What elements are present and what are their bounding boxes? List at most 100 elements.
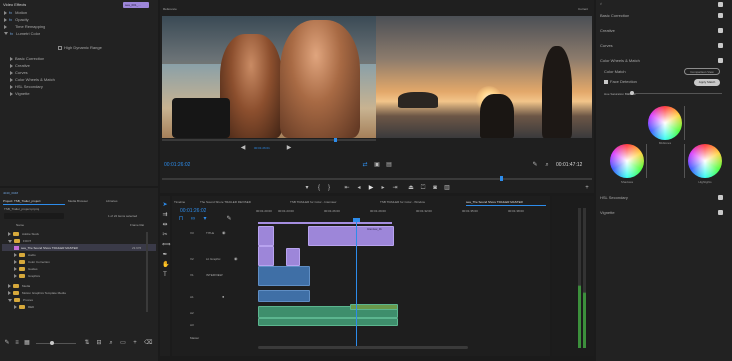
effect-time-remapping[interactable]: Time Remapping <box>4 24 45 30</box>
hue-slider-knob[interactable] <box>630 91 634 95</box>
compare-icon[interactable]: ▤ <box>386 162 392 168</box>
col-frame-rate[interactable]: Frame Rat <box>130 222 144 228</box>
program-timecode[interactable]: 00:01:47:12 <box>556 162 582 168</box>
lift-icon[interactable]: ⏏ <box>408 185 414 191</box>
selection-tool-icon[interactable]: ➤ <box>162 202 168 208</box>
track-header-a3[interactable]: A3 <box>184 320 254 330</box>
expand-arrow-icon[interactable] <box>4 24 7 29</box>
lumetri-color-wheels-right[interactable]: Color Wheels & Match <box>600 58 640 64</box>
eye-icon[interactable]: ◉ <box>222 230 226 235</box>
project-search[interactable] <box>4 213 64 219</box>
step-back-frame-icon[interactable]: ◂ <box>356 185 362 191</box>
new-item-icon[interactable]: + <box>132 340 138 346</box>
hdr-checkbox[interactable] <box>58 46 62 50</box>
collapse-arrow-icon[interactable] <box>4 32 8 36</box>
icon-view-icon[interactable]: ▦ <box>24 340 30 346</box>
timeline-timecode[interactable]: 00:01:26:02 <box>180 208 206 214</box>
project-item-red[interactable]: RED <box>14 304 34 310</box>
clip-v2-b[interactable] <box>286 248 300 266</box>
project-item-adobe-stock[interactable]: Adobe Stock <box>8 231 39 237</box>
lumetri-color-wheels[interactable]: Color Wheels & Match <box>10 77 55 83</box>
clip-a3-fx[interactable] <box>258 318 398 326</box>
clip-tab[interactable]: sea_001_... <box>123 2 149 8</box>
hsl-checkbox[interactable] <box>718 195 723 200</box>
project-item-guides[interactable]: Guides <box>14 266 38 272</box>
razor-tool-icon[interactable]: ✂ <box>162 232 168 238</box>
comparison-icon[interactable]: ▥ <box>444 185 450 191</box>
timeline-playhead[interactable] <box>356 218 357 348</box>
find-icon[interactable]: ⌕ <box>108 340 114 346</box>
project-item-media[interactable]: Media <box>8 283 30 289</box>
automate-icon[interactable]: ⊟ <box>96 340 102 346</box>
playhead-handle[interactable] <box>353 218 360 222</box>
lumetri-hsl[interactable]: HSL Secondary <box>10 84 43 90</box>
reference-frame[interactable] <box>162 16 376 138</box>
reference-scrub-bar[interactable] <box>162 139 376 141</box>
expand-arrow-icon[interactable] <box>4 10 7 15</box>
camera-icon[interactable]: ◙ <box>432 185 438 191</box>
tab-sequence-interview[interactable]: TSB TRAILER for Color - Interview <box>290 200 336 204</box>
project-scrollbar[interactable] <box>146 232 148 312</box>
program-frame[interactable] <box>376 16 592 138</box>
play-icon[interactable]: ▶ <box>368 185 374 191</box>
project-item-audio[interactable]: Audio <box>14 252 36 258</box>
slip-tool-icon[interactable]: ⟺ <box>162 242 171 248</box>
step-forward-icon[interactable]: ▶ <box>286 145 292 151</box>
tab-project[interactable]: Project: TSB_Trailer_project <box>3 199 41 203</box>
zoom-slider-knob[interactable] <box>50 341 54 345</box>
lumetri-top-checkbox[interactable] <box>718 2 723 7</box>
list-view-icon[interactable]: ≡ <box>14 340 20 346</box>
in-point-icon[interactable]: { <box>316 185 322 191</box>
apply-match-button[interactable]: Apply Match <box>694 79 720 86</box>
track-header-a1[interactable]: A1 ● <box>184 292 254 302</box>
lumetri-basic-correction-right[interactable]: Basic Correction <box>600 13 629 19</box>
lumetri-creative[interactable]: Creative <box>10 63 30 69</box>
track-header-v2[interactable]: V2 Lit Graphic ◉ <box>184 254 254 264</box>
project-item-graphics[interactable]: Graphics <box>14 273 40 279</box>
extract-icon[interactable]: ⏍ <box>420 185 426 191</box>
tab-sequence-window[interactable]: TSB TRAILER for Color - Window <box>380 200 425 204</box>
tab-sequence-revised[interactable]: The Sound Shore TRAILER REVISED <box>200 200 251 204</box>
lumetri-creative-right[interactable]: Creative <box>600 28 615 34</box>
clear-icon[interactable]: ⌫ <box>144 340 152 346</box>
hand-tool-icon[interactable]: ✋ <box>162 262 169 268</box>
effect-motion[interactable]: fx Motion <box>4 10 27 16</box>
lumetri-basic-correction[interactable]: Basic Correction <box>10 56 44 62</box>
lumetri-hsl-right[interactable]: HSL Secondary <box>600 195 628 201</box>
clip-v2-a[interactable] <box>258 246 274 266</box>
write-lock-icon[interactable]: ✎ <box>4 340 10 346</box>
lumetri-curves[interactable]: Curves <box>10 70 28 76</box>
pen-tool-icon[interactable]: ✒ <box>162 252 168 258</box>
export-frame-icon[interactable]: ▣ <box>374 162 380 168</box>
linked-selection-icon[interactable]: ∞ <box>190 216 196 222</box>
go-to-out-icon[interactable]: ⇥ <box>392 185 398 191</box>
track-header-master[interactable]: Master <box>184 334 254 342</box>
basic-correction-checkbox[interactable] <box>718 13 723 18</box>
project-item-master-sequence[interactable]: sea_The Sound Shore TRAILER MASTER <box>14 245 78 251</box>
lumetri-vignette-right[interactable]: Vignette <box>600 210 615 216</box>
type-tool-icon[interactable]: T <box>162 272 168 278</box>
mic-icon[interactable]: ● <box>222 294 224 299</box>
highlights-wheel[interactable] <box>688 144 722 178</box>
col-name[interactable]: Name <box>16 222 24 228</box>
project-item-color-correction[interactable]: Color Correction <box>14 259 50 265</box>
track-select-icon[interactable]: ⇉ <box>162 212 168 218</box>
go-to-in-icon[interactable]: ⇤ <box>344 185 350 191</box>
track-header-v3[interactable]: V3 TITLE ◉ <box>184 228 254 238</box>
eye-icon[interactable]: ◉ <box>234 256 238 261</box>
clip-a2-extra[interactable] <box>350 304 398 310</box>
sort-icon[interactable]: ⇅ <box>84 340 90 346</box>
color-wheels-checkbox[interactable] <box>718 58 723 63</box>
clip-v1-interview[interactable] <box>258 266 310 286</box>
program-playhead[interactable] <box>500 176 503 181</box>
clip-v3-left[interactable] <box>258 226 274 246</box>
ripple-edit-icon[interactable]: ⇹ <box>162 222 168 228</box>
marker-icon[interactable]: ⇄ <box>362 162 368 168</box>
in-out-range[interactable] <box>258 222 392 224</box>
snap-icon[interactable]: ⊓ <box>178 216 184 222</box>
tab-libraries[interactable]: Libraries <box>106 199 118 203</box>
step-forward-frame-icon[interactable]: ▸ <box>380 185 386 191</box>
curves-checkbox[interactable] <box>718 43 723 48</box>
comparison-view-button[interactable]: Comparison View <box>684 68 720 75</box>
tab-sequence-master[interactable]: sea_The Sound Shore TRAILER MASTER <box>466 200 523 204</box>
